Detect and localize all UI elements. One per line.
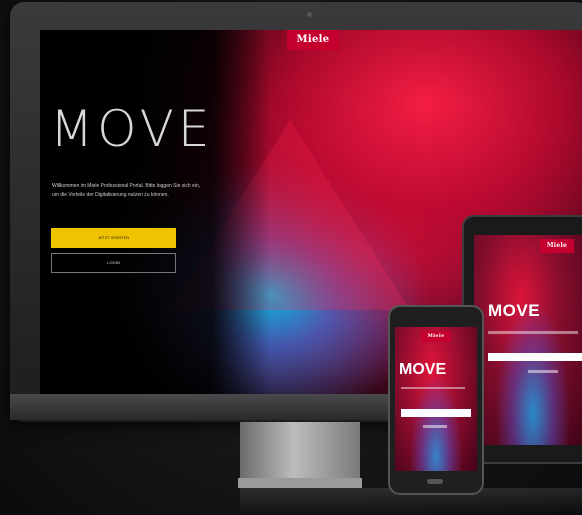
start-button[interactable]: Jetzt starten xyxy=(51,228,176,248)
monitor-camera xyxy=(307,12,312,17)
hero-intro-text: Willkommen im Miele Professional Portal.… xyxy=(52,183,201,198)
tablet-intro-line xyxy=(488,331,578,334)
tablet-login-link[interactable] xyxy=(528,370,558,373)
monitor-stand xyxy=(240,422,360,482)
phone-intro-line xyxy=(401,387,465,389)
tablet-start-button[interactable] xyxy=(488,353,582,361)
miele-logo[interactable]: Miele xyxy=(287,30,339,50)
monitor-stand-base xyxy=(238,478,362,488)
phone-screen: Miele MOVE xyxy=(395,327,477,471)
login-button[interactable]: Login xyxy=(51,253,176,273)
phone-title: MOVE xyxy=(399,361,447,378)
tablet-screen: Miele MOVE xyxy=(474,235,582,445)
phone-device: Miele MOVE xyxy=(388,305,484,495)
tablet-miele-logo[interactable]: Miele xyxy=(540,239,574,253)
phone-miele-logo[interactable]: Miele xyxy=(421,331,451,342)
phone-login-link[interactable] xyxy=(423,425,447,428)
screen-shade xyxy=(40,30,270,396)
tablet-title: MOVE xyxy=(488,301,541,320)
phone-home-indicator xyxy=(427,479,443,484)
phone-start-button[interactable] xyxy=(401,409,471,417)
hero-title: MOVE xyxy=(50,100,214,158)
